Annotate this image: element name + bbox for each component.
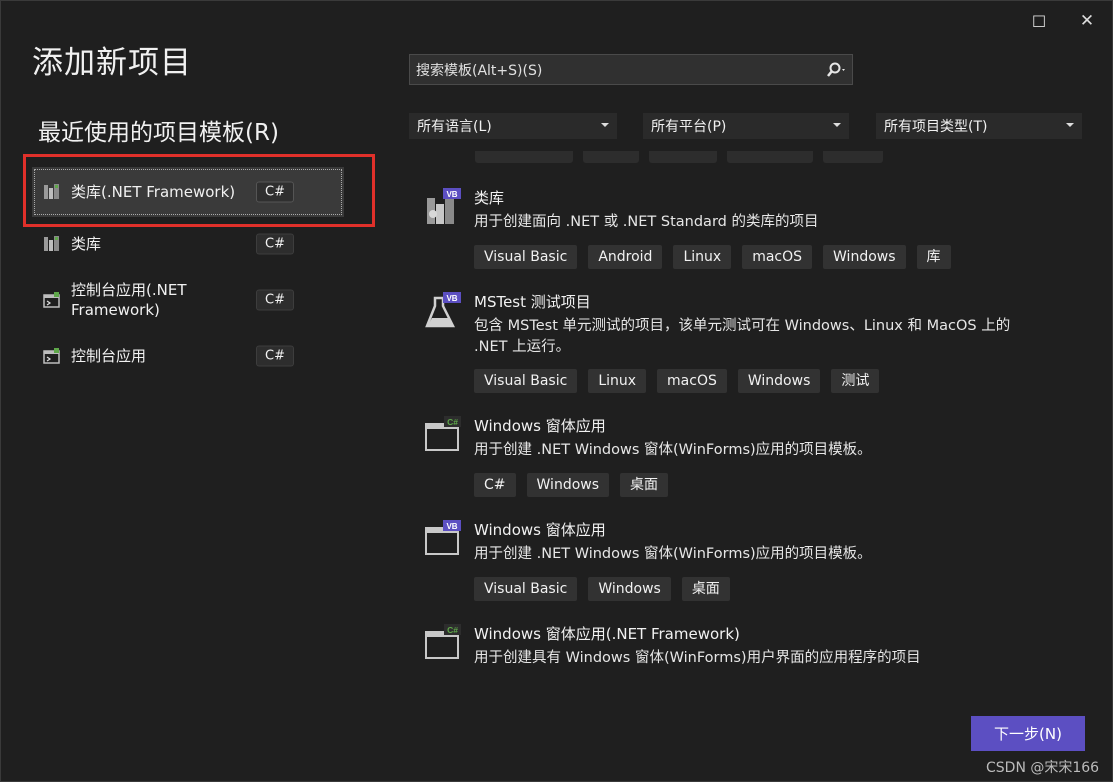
tag: 桌面	[620, 473, 669, 497]
template-name: Windows 窗体应用(.NET Framework)	[474, 625, 740, 643]
project-type-filter-dropdown[interactable]: 所有项目类型(T)	[876, 113, 1082, 139]
chevron-down-icon	[833, 123, 841, 127]
vb-test-flask-icon: VB	[423, 292, 461, 330]
close-icon: ✕	[1079, 11, 1095, 31]
platform-filter-label: 所有平台(P)	[651, 119, 727, 135]
tag: macOS	[742, 245, 813, 269]
template-name: MSTest 测试项目	[474, 293, 591, 311]
tag: 桌面	[681, 577, 730, 601]
language-badge: C#	[256, 289, 294, 311]
template-description: 用于创建具有 Windows 窗体(WinForms)用户界面的应用程序的项目	[474, 650, 921, 666]
tag: Windows	[737, 369, 821, 393]
watermark: CSDN @宋宋166	[986, 760, 1100, 776]
tag: Windows	[823, 245, 906, 269]
search-placeholder: 搜索模板(Alt+S)(S)	[416, 62, 543, 79]
template-description: 用于创建 .NET Windows 窗体(WinForms)应用的项目模板。	[474, 442, 872, 458]
chevron-down-icon	[1066, 123, 1074, 127]
recent-item-label: 控制台应用	[71, 347, 147, 365]
project-type-filter-label: 所有项目类型(T)	[884, 119, 988, 135]
language-filter-label: 所有语言(L)	[417, 119, 492, 135]
tag: Visual Basic	[474, 577, 578, 601]
language-filter-dropdown[interactable]: 所有语言(L)	[409, 113, 617, 139]
tag: macOS	[657, 369, 727, 393]
csharp-winforms-icon: C#	[423, 624, 461, 662]
tag: Linux	[588, 369, 647, 393]
recent-item-label: 控制台应用(.NET Framework)	[71, 281, 187, 319]
chevron-down-icon	[601, 123, 609, 127]
tag: Windows	[526, 473, 610, 497]
vb-winforms-icon: VB	[423, 520, 461, 558]
tag: 库	[916, 245, 951, 269]
svg-text:C#: C#	[447, 417, 458, 427]
template-name: Windows 窗体应用	[474, 521, 606, 539]
recent-item-console-app-netfx[interactable]: 控制台应用(.NET Framework) C#	[32, 275, 344, 325]
template-tags: Visual Basic Linux macOS Windows 测试	[474, 369, 880, 393]
console-app-icon	[41, 289, 63, 311]
svg-text:VB: VB	[446, 522, 457, 531]
template-description: 包含 MSTest 单元测试的项目，该单元测试可在 Windows、Linux …	[474, 318, 1011, 355]
clipped-tags-row	[475, 151, 883, 163]
svg-text:VB: VB	[446, 294, 457, 303]
template-description: 用于创建面向 .NET 或 .NET Standard 的类库的项目	[474, 214, 819, 230]
recent-item-console-app[interactable]: 控制台应用 C#	[32, 331, 344, 381]
template-item-winforms-csharp[interactable]: C# Windows 窗体应用 用于创建 .NET Windows 窗体(Win…	[423, 416, 1043, 502]
close-button[interactable]: ✕	[1067, 7, 1107, 35]
template-tags: C# Windows 桌面	[474, 473, 669, 497]
csharp-winforms-icon: C#	[423, 416, 461, 454]
template-item-class-library-vb[interactable]: VB 类库 用于创建面向 .NET 或 .NET Standard 的类库的项目…	[423, 188, 1043, 274]
template-name: 类库	[474, 189, 505, 207]
template-results-list[interactable]: VB 类库 用于创建面向 .NET 或 .NET Standard 的类库的项目…	[409, 151, 1099, 691]
svg-text:VB: VB	[446, 190, 457, 199]
dialog-title: 添加新项目	[32, 45, 192, 81]
tag: Visual Basic	[474, 369, 578, 393]
vb-class-library-icon: VB	[423, 188, 461, 226]
highlight-annotation-box	[23, 154, 375, 227]
template-tags: Visual Basic Android Linux macOS Windows…	[474, 245, 951, 269]
language-badge: C#	[256, 345, 294, 367]
template-tags: Visual Basic Windows 桌面	[474, 577, 730, 601]
tag: C#	[474, 473, 516, 497]
next-button[interactable]: 下一步(N)	[971, 716, 1085, 751]
platform-filter-dropdown[interactable]: 所有平台(P)	[643, 113, 849, 139]
recent-templates-heading: 最近使用的项目模板(R)	[38, 120, 279, 146]
template-item-mstest-vb[interactable]: VB MSTest 测试项目 包含 MSTest 单元测试的项目，该单元测试可在…	[423, 292, 1043, 396]
search-icon[interactable]	[822, 62, 852, 78]
class-library-icon	[41, 233, 63, 255]
language-badge: C#	[256, 233, 294, 255]
maximize-icon: ☐	[1031, 11, 1047, 31]
tag: Windows	[588, 577, 671, 601]
template-item-winforms-vb[interactable]: VB Windows 窗体应用 用于创建 .NET Windows 窗体(Win…	[423, 520, 1043, 606]
tag: Android	[588, 245, 663, 269]
tag: Visual Basic	[474, 245, 578, 269]
maximize-button[interactable]: ☐	[1019, 7, 1059, 35]
template-description: 用于创建 .NET Windows 窗体(WinForms)应用的项目模板。	[474, 546, 872, 562]
svg-text:C#: C#	[447, 625, 458, 635]
tag: 测试	[831, 369, 880, 393]
tag: Linux	[673, 245, 732, 269]
add-new-project-dialog: ☐ ✕ 添加新项目 最近使用的项目模板(R) 类库(.NET Framework…	[0, 0, 1113, 782]
console-app-icon	[41, 345, 63, 367]
recent-item-label: 类库	[71, 235, 102, 253]
search-input[interactable]: 搜索模板(Alt+S)(S)	[409, 54, 853, 85]
template-name: Windows 窗体应用	[474, 417, 606, 435]
template-item-winforms-netfx[interactable]: C# Windows 窗体应用(.NET Framework) 用于创建具有 W…	[423, 624, 1043, 674]
